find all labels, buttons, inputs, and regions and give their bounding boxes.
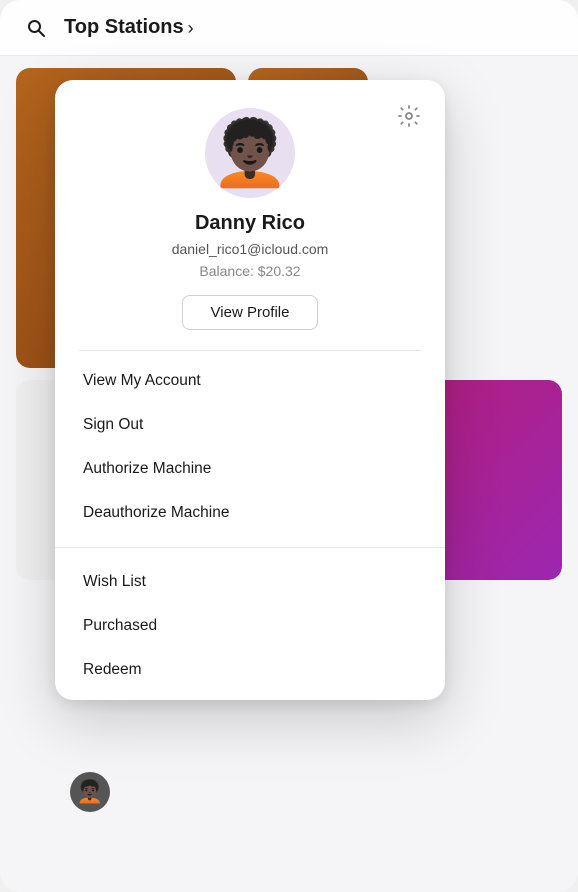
page-title: Top Stations: [64, 16, 184, 39]
settings-button[interactable]: [393, 100, 425, 132]
menu-item-wish-list[interactable]: Wish List: [55, 560, 445, 604]
search-button[interactable]: [20, 12, 52, 44]
user-balance: Balance: $20.32: [199, 263, 300, 279]
menu-item-sign-out[interactable]: Sign Out: [55, 403, 445, 447]
menu-section-1: View My Account Sign Out Authorize Machi…: [55, 351, 445, 543]
avatar: 🧑🏿‍🦱: [205, 108, 295, 198]
titlebar: Top Stations ›: [0, 0, 578, 56]
avatar-emoji: 🧑🏿‍🦱: [210, 121, 290, 185]
view-profile-button[interactable]: View Profile: [182, 295, 319, 330]
menu-item-purchased[interactable]: Purchased: [55, 604, 445, 648]
menu-item-view-account[interactable]: View My Account: [55, 359, 445, 403]
user-email: daniel_rico1@icloud.com: [172, 241, 329, 257]
divider-2: [55, 547, 445, 548]
menu-section-2: Wish List Purchased Redeem: [55, 552, 445, 700]
bottom-avatar: 🧑🏿‍🦱: [70, 772, 110, 812]
menu-item-redeem[interactable]: Redeem: [55, 648, 445, 692]
menu-item-deauthorize[interactable]: Deauthorize Machine: [55, 491, 445, 535]
user-name: Danny Rico: [195, 212, 305, 235]
title-chevron-icon: ›: [188, 18, 194, 39]
menu-item-authorize[interactable]: Authorize Machine: [55, 447, 445, 491]
profile-dropdown: 🧑🏿‍🦱 Danny Rico daniel_rico1@icloud.com …: [55, 80, 445, 700]
profile-section: 🧑🏿‍🦱 Danny Rico daniel_rico1@icloud.com …: [55, 80, 445, 350]
title-area: Top Stations ›: [64, 16, 194, 39]
